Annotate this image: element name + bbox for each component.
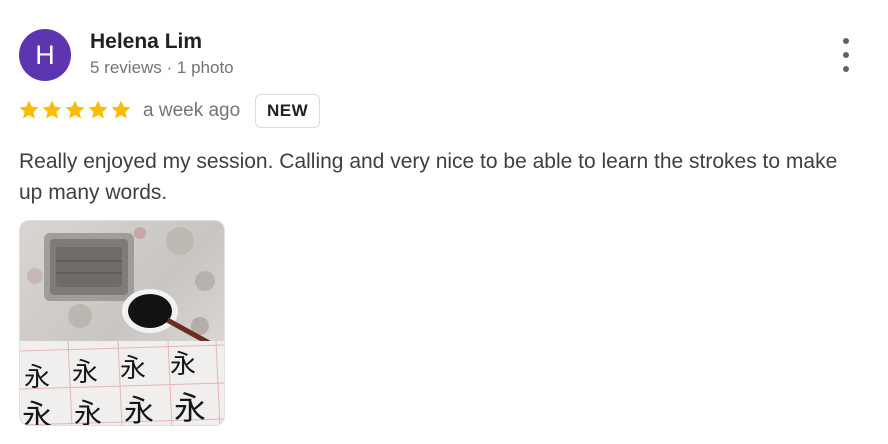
menu-dot — [843, 38, 849, 44]
menu-dot — [843, 66, 849, 72]
reviewer-meta: 5 reviews · 1 photo — [90, 58, 234, 77]
star-icon — [88, 100, 108, 119]
star-icon — [19, 100, 39, 119]
calligraphy-practice-photo: 永永永永永永永永 — [20, 221, 224, 426]
star-icon — [111, 100, 131, 119]
star-rating — [18, 99, 132, 121]
review-time: a week ago — [143, 100, 241, 121]
reviewer-name[interactable]: Helena Lim — [90, 30, 202, 54]
practice-character: 永 — [22, 399, 52, 426]
new-badge: NEW — [255, 94, 321, 128]
star-icon — [65, 100, 85, 119]
avatar-letter: H — [35, 39, 55, 70]
review-text: Really enjoyed my session. Calling and v… — [19, 150, 838, 204]
star-icon — [42, 100, 62, 119]
glass-container — [44, 233, 134, 301]
practice-character: 永 — [24, 363, 50, 393]
menu-dot — [843, 52, 849, 58]
practice-character: 永 — [170, 350, 196, 380]
review-photo[interactable]: 永永永永永永永永 — [19, 220, 225, 426]
practice-character: 永 — [120, 354, 146, 384]
practice-character: 永 — [174, 389, 206, 426]
practice-character: 永 — [72, 358, 98, 388]
practice-character: 永 — [74, 397, 102, 426]
avatar[interactable]: H — [19, 29, 71, 81]
more-vert-icon[interactable] — [834, 38, 858, 72]
practice-character: 永 — [124, 394, 154, 426]
review-card: H Helena Lim 5 reviews · 1 photo a week … — [0, 0, 888, 444]
